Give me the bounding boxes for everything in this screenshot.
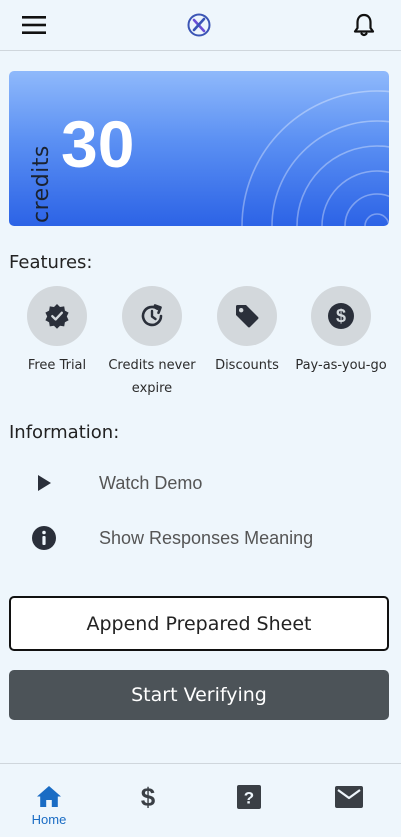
feature-label: Free Trial (27, 358, 87, 373)
dollar-circle-icon: $ (311, 286, 371, 346)
tag-icon (217, 286, 277, 346)
start-verifying-button[interactable]: Start Verifying (9, 670, 389, 720)
feature-free-trial: Free Trial (9, 286, 105, 377)
credits-label: credits (29, 145, 54, 223)
credits-card: credits 30 (9, 71, 389, 226)
nav-item-help[interactable]: ? (209, 764, 289, 837)
x-check-logo-icon[interactable] (186, 12, 212, 38)
watch-demo-link[interactable]: Watch Demo (30, 468, 370, 498)
feature-discounts: Discounts (199, 286, 295, 377)
verified-badge-icon (27, 286, 87, 346)
dollar-icon: $ (139, 783, 157, 811)
show-responses-meaning-link[interactable]: Show Responses Meaning (30, 523, 370, 553)
nav-item-pricing[interactable]: $ (108, 764, 188, 837)
hamburger-menu-icon[interactable] (22, 14, 46, 36)
nav-item-home[interactable]: Home (9, 764, 89, 837)
mail-icon (335, 784, 363, 810)
bell-icon[interactable] (352, 12, 376, 38)
svg-text:$: $ (141, 783, 156, 811)
svg-text:$: $ (336, 306, 346, 326)
watch-demo-label: Watch Demo (99, 473, 203, 493)
show-responses-meaning-label: Show Responses Meaning (99, 528, 314, 548)
feature-label: Discounts (215, 358, 279, 373)
feature-label: Credits never expire (108, 358, 196, 396)
clock-refresh-icon (122, 286, 182, 346)
nav-item-contact[interactable] (309, 764, 389, 837)
feature-credits-never-expire: Credits never expire (104, 286, 200, 400)
information-heading: Information: (9, 422, 120, 443)
svg-text:?: ? (244, 789, 254, 808)
help-question-icon: ? (237, 784, 261, 810)
bottom-navigation: Home $ ? (0, 763, 401, 837)
info-circle-icon (30, 526, 58, 550)
append-prepared-sheet-button[interactable]: Append Prepared Sheet (9, 596, 389, 651)
credits-balance: 30 (61, 107, 135, 181)
nav-label-home: Home (31, 812, 67, 827)
feature-pay-as-you-go: $ Pay-as-you-go (293, 286, 389, 377)
top-app-bar (0, 0, 401, 51)
play-icon (30, 471, 58, 495)
home-icon (36, 784, 62, 810)
feature-label: Pay-as-you-go (295, 358, 387, 373)
features-heading: Features: (9, 252, 93, 273)
